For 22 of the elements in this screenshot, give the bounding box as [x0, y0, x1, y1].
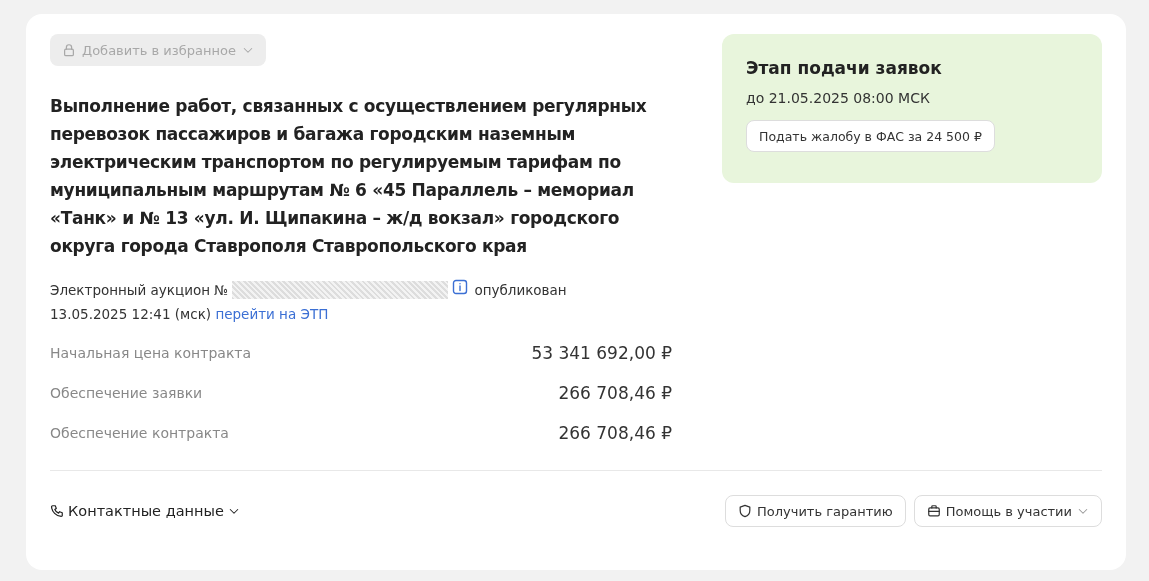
shield-icon: [738, 504, 752, 518]
stage-deadline: до 21.05.2025 08:00 МСК: [746, 90, 931, 106]
price-value: 266 708,46 ₽: [558, 383, 672, 403]
price-label: Обеспечение заявки: [50, 385, 203, 401]
price-value: 266 708,46 ₽: [558, 423, 672, 443]
contacts-toggle[interactable]: Контактные данные: [50, 503, 240, 519]
stage-title: Этап подачи заявок: [746, 58, 943, 78]
procurement-title: Выполнение работ, связанных с осуществлением регулярных перевозок пассажиров и багажа городским наземным электрическим транспортом по регулируемым тарифам по муниципальным маршрутам № 6 «45 Параллель – мемориал «Танк» и № 13 «ул. И. Щипакина – ж/д вокзал» городского округа города Ставрополя Ставропольского края: [50, 95, 648, 258]
info-icon: [452, 279, 469, 295]
price-value: 53 341 692,00 ₽: [531, 343, 672, 363]
complaint-button[interactable]: Подать жалобу в ФАС за 24 500 ₽: [746, 120, 995, 152]
price-label: Обеспечение контракта: [50, 425, 229, 441]
briefcase-icon: [926, 504, 941, 518]
lock-icon: [62, 43, 76, 57]
notice-text: Электронный аукцион №: [50, 282, 229, 298]
platform-link[interactable]: перейти на ЭТП: [215, 306, 329, 322]
price-label: Начальная цена контракта: [50, 345, 252, 361]
phone-icon: [50, 504, 64, 518]
notice-text: опубликован: [474, 282, 567, 298]
help-button[interactable]: Помощь в участии: [913, 495, 1102, 527]
guarantee-button[interactable]: Получить гарантию: [725, 495, 906, 527]
publish-date: 13.05.2025 12:41 (мск): [50, 306, 212, 322]
